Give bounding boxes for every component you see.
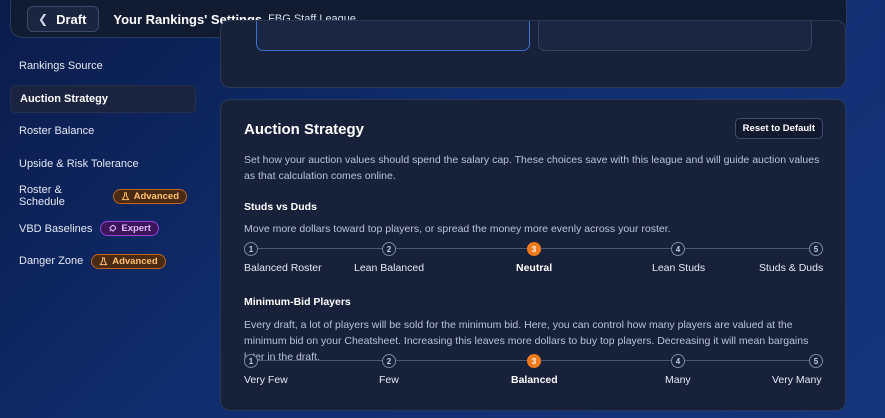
slider-label-3[interactable]: Neutral (516, 262, 552, 274)
slider-step-3[interactable]: 3 (527, 354, 541, 368)
sidebar-item-rankings-source[interactable]: Rankings Source (10, 52, 196, 80)
slider-step-5[interactable]: 5 (809, 242, 823, 256)
rocket-icon (109, 224, 117, 232)
slider-step-1[interactable]: 1 (244, 354, 258, 368)
slider-label-5[interactable]: Studs & Duds (759, 262, 823, 274)
badge-label: Expert (121, 223, 151, 234)
reset-to-default-button[interactable]: Reset to Default (734, 118, 823, 139)
slider-step-3[interactable]: 3 (527, 242, 541, 256)
studs-vs-duds-slider[interactable]: 1 2 3 4 5 Balanced Roster Lean Balanced … (244, 242, 824, 282)
badge-label: Advanced (112, 255, 158, 267)
slider-label-5[interactable]: Very Many (772, 374, 822, 386)
slider-step-2[interactable]: 2 (382, 354, 396, 368)
studs-vs-duds-description: Move more dollars toward top players, or… (244, 223, 671, 235)
flask-icon (99, 256, 108, 265)
slider-step-5[interactable]: 5 (809, 354, 823, 368)
sidebar-item-auction-strategy[interactable]: Auction Strategy (10, 84, 196, 113)
auction-strategy-card: Auction Strategy Reset to Default Set ho… (220, 99, 846, 411)
sidebar-item-label: Roster & Schedule (19, 184, 65, 208)
sidebar-item-label: Danger Zone (19, 255, 84, 267)
chevron-left-icon: ❮ (38, 12, 49, 26)
slider-label-4[interactable]: Many (665, 374, 691, 386)
expert-badge: Expert (100, 221, 159, 236)
sidebar-item-label: VBD Baselines (19, 222, 93, 235)
back-button[interactable]: ❮ Draft (27, 6, 100, 32)
slider-label-1[interactable]: Very Few (244, 374, 288, 386)
settings-sidebar: Rankings Source Auction Strategy Roster … (10, 52, 196, 280)
slider-label-2[interactable]: Lean Balanced (354, 262, 424, 274)
sidebar-item-label: Upside & Risk Tolerance (19, 157, 139, 170)
advanced-badge: Advanced (91, 253, 166, 269)
slider-label-3[interactable]: Balanced (511, 374, 558, 386)
minimum-bid-slider[interactable]: 1 2 3 4 5 Very Few Few Balanced Many Ver… (244, 354, 824, 394)
previous-section-card (220, 20, 846, 88)
sidebar-item-vbd-baselines[interactable]: VBD Baselines Expert (10, 215, 196, 243)
back-button-label: Draft (56, 11, 87, 27)
badge-label: Advanced (133, 190, 179, 202)
option-card-selected[interactable] (256, 21, 530, 51)
studs-vs-duds-title: Studs vs Duds (244, 201, 317, 213)
sidebar-item-roster-balance[interactable]: Roster Balance (10, 117, 196, 145)
slider-label-2[interactable]: Few (379, 374, 399, 386)
slider-step-1[interactable]: 1 (244, 242, 258, 256)
section-heading: Auction Strategy (244, 121, 365, 138)
sidebar-item-roster-schedule[interactable]: Roster & Schedule Advanced (10, 182, 196, 210)
section-description: Set how your auction values should spend… (244, 154, 820, 182)
minimum-bid-title: Minimum-Bid Players (244, 296, 351, 308)
sidebar-item-upside-risk[interactable]: Upside & Risk Tolerance (10, 150, 196, 178)
slider-step-4[interactable]: 4 (671, 354, 685, 368)
slider-label-4[interactable]: Lean Studs (652, 262, 705, 274)
slider-step-2[interactable]: 2 (382, 242, 396, 256)
sidebar-item-label: Roster Balance (19, 125, 95, 137)
slider-label-1[interactable]: Balanced Roster (244, 262, 322, 274)
advanced-badge: Advanced (112, 188, 187, 204)
slider-step-4[interactable]: 4 (671, 242, 685, 256)
option-card[interactable] (538, 21, 812, 51)
flask-icon (121, 191, 130, 200)
sidebar-item-danger-zone[interactable]: Danger Zone Advanced (10, 247, 196, 275)
sidebar-item-label: Rankings Source (19, 60, 103, 72)
sidebar-item-label: Auction Strategy (20, 92, 109, 105)
